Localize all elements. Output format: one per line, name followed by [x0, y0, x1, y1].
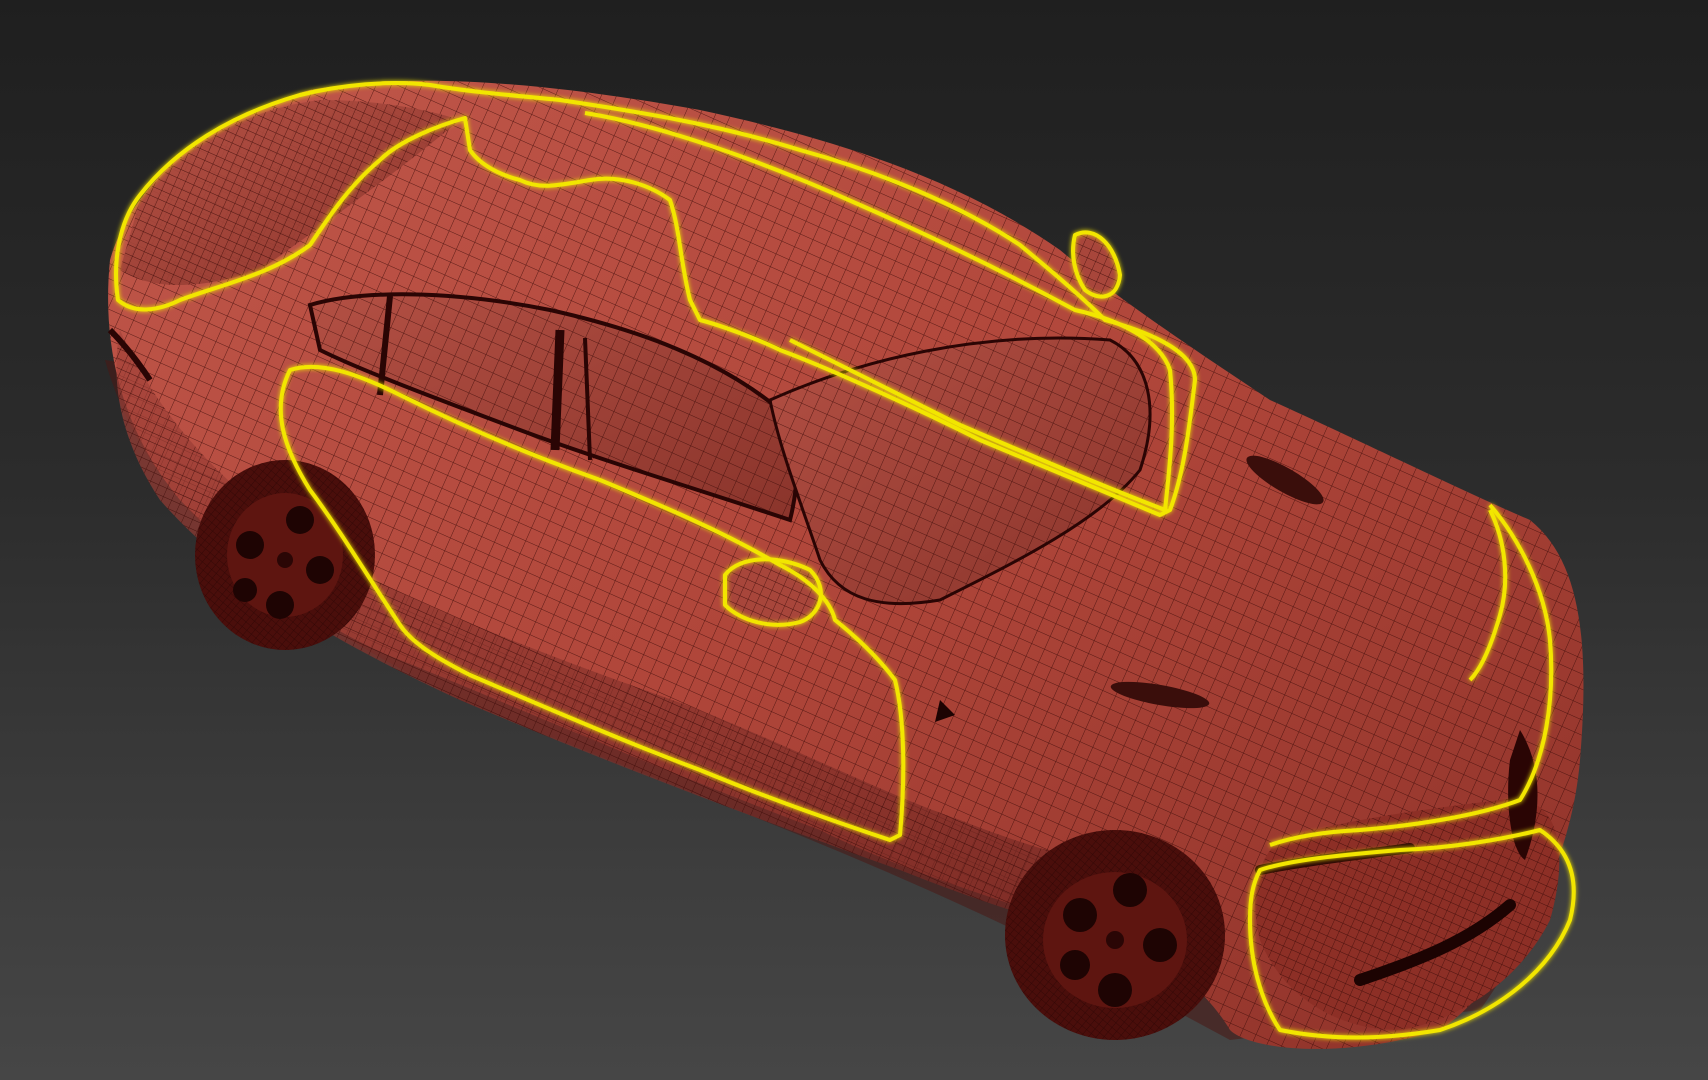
car-mesh-scene[interactable]	[0, 0, 1708, 1080]
3d-viewport[interactable]	[0, 0, 1708, 1080]
front-wheel[interactable]	[1005, 830, 1225, 1040]
window-pillar-c	[550, 329, 565, 451]
rear-wheel[interactable]	[195, 460, 375, 650]
